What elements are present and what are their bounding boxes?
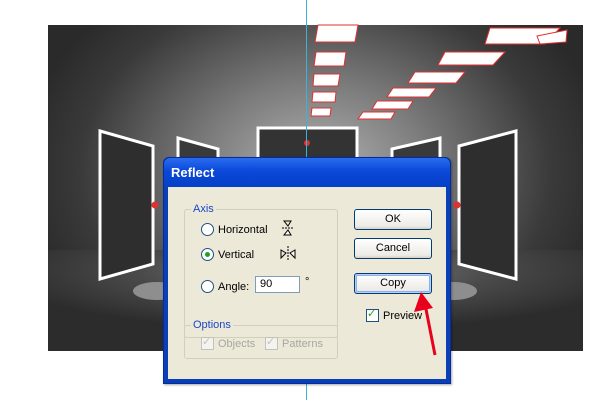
red-annotation-arrow-icon: [414, 292, 437, 356]
